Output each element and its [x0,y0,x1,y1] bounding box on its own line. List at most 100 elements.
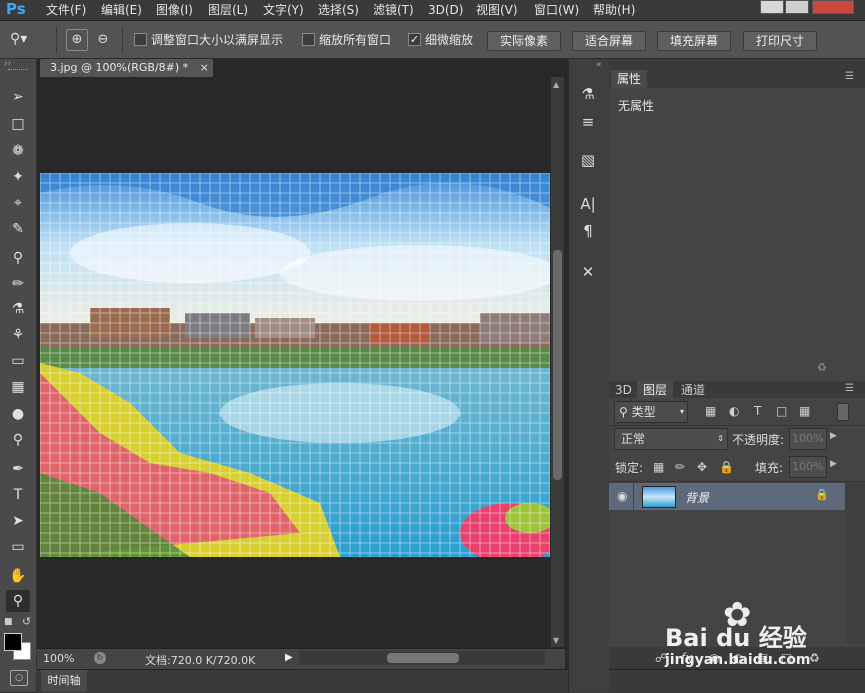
zoom-level[interactable]: 100% [43,652,74,665]
fill-input[interactable]: 100% [789,456,827,478]
clone-stamp-tool-icon[interactable]: ⚗ [6,298,30,320]
menu-filter[interactable]: 滤镜(T) [373,0,414,20]
scroll-down-icon[interactable]: ▼ [553,636,559,645]
crop-tool-icon[interactable]: ⌖ [6,192,30,214]
close-tab-icon[interactable]: × [200,61,209,74]
scroll-up-icon[interactable]: ▲ [553,80,559,89]
grip-icon[interactable] [8,69,28,72]
quick-mask-icon[interactable]: ○ [10,670,28,686]
adjustment-layer-filter-icon[interactable]: ◐ [729,404,739,418]
minimize-icon[interactable] [760,0,784,14]
horizontal-scroll-thumb[interactable] [387,653,459,663]
status-menu-arrow-icon[interactable]: ▶ [285,652,293,663]
fill-screen-button[interactable]: 填充屏幕 [657,31,731,51]
layer-row-background[interactable]: ◉ 背景 🔒 [609,483,845,510]
zoom-all-windows-checkbox[interactable] [302,33,315,46]
status-info-icon[interactable]: ↻ [94,652,106,664]
lock-transparent-pixels-icon[interactable]: ▦ [653,460,664,474]
smart-object-filter-icon[interactable]: ▦ [799,404,810,418]
hand-tool-icon[interactable]: ✋ [6,565,30,587]
layer-filter-dropdown[interactable]: ⚲ 类型 ▾ [614,401,688,423]
lock-all-icon[interactable]: 🔒 [719,460,734,474]
clone-source-panel-icon[interactable]: ▧ [574,148,602,172]
rectangle-tool-icon[interactable]: ▭ [6,536,30,558]
menu-3d[interactable]: 3D(D) [428,0,463,20]
default-colors-icon[interactable]: ■ [4,617,13,627]
dodge-tool-icon[interactable]: ⚲ [6,429,30,451]
history-panel-icon[interactable]: ⚗ [574,82,602,106]
zoom-all-windows-label: 缩放所有窗口 [319,33,392,47]
menu-window[interactable]: 窗口(W) [534,0,579,20]
menu-layer[interactable]: 图层(L) [208,0,248,20]
menu-select[interactable]: 选择(S) [318,0,359,20]
move-tool-icon[interactable]: ➢ [6,86,30,108]
swap-colors-icon[interactable]: ↺ [22,615,31,628]
healing-brush-tool-icon[interactable]: ⚲ [6,247,30,269]
character-panel-icon[interactable]: A| [574,192,602,216]
collapse-icon[interactable]: ›› [4,59,11,69]
tab-3d[interactable]: 3D [609,381,638,399]
scrubby-zoom-checkbox[interactable]: ✓ [408,33,421,46]
menu-file[interactable]: 文件(F) [46,0,86,20]
tab-channels[interactable]: 通道 [675,381,711,399]
lock-position-icon[interactable]: ✥ [697,460,707,474]
pen-tool-icon[interactable]: ✒ [6,458,30,480]
opacity-input[interactable]: 100% [789,428,827,450]
zoom-in-icon[interactable]: ⊕ [66,29,88,51]
gradient-tool-icon[interactable]: ▦ [6,376,30,398]
collapse-panels-icon[interactable]: « [596,60,602,70]
print-size-button[interactable]: 打印尺寸 [743,31,817,51]
filter-toggle-icon[interactable] [837,403,849,421]
menu-type[interactable]: 文字(Y) [263,0,304,20]
zoom-out-icon[interactable]: ⊖ [92,29,114,51]
actual-pixels-button[interactable]: 实际像素 [487,31,561,51]
type-layer-filter-icon[interactable]: T [754,404,761,418]
magic-wand-tool-icon[interactable]: ✦ [6,166,30,188]
foreground-color-swatch[interactable] [4,633,22,651]
divider [609,481,865,482]
eyedropper-tool-icon[interactable]: ✎ [6,218,30,240]
vertical-scroll-thumb[interactable] [553,250,562,480]
opacity-slider-icon[interactable]: ▶ [830,431,837,441]
document-tab[interactable]: 3.jpg @ 100%(RGB/8#) * × [40,59,213,77]
lasso-tool-icon[interactable]: ❁ [6,140,30,162]
history-brush-tool-icon[interactable]: ⚘ [6,324,30,346]
fit-screen-button[interactable]: 适合屏幕 [572,31,646,51]
tab-properties[interactable]: 属性 [611,70,648,88]
brush-tool-icon[interactable]: ✏ [6,273,30,295]
eraser-tool-icon[interactable]: ▭ [6,350,30,372]
tool-presets-panel-icon[interactable]: ✕ [574,260,602,284]
marquee-tool-icon[interactable]: □ [6,113,30,135]
menu-help[interactable]: 帮助(H) [593,0,635,20]
lock-image-pixels-icon[interactable]: ✏ [675,460,685,474]
document-size-info: 文档:720.0 K/720.0K [145,654,256,667]
pixel-layer-filter-icon[interactable]: ▦ [705,404,716,418]
fill-label: 填充: [755,461,784,475]
trash-icon[interactable]: ♻ [817,361,827,374]
zoom-tool-icon[interactable]: ⚲ [6,590,30,612]
close-window-icon[interactable] [812,0,854,14]
panel-menu-icon[interactable]: ☰ [845,71,854,82]
blur-tool-icon[interactable]: ● [6,403,30,425]
zoom-tool-preset-icon[interactable]: ⚲▾ [10,31,38,49]
paragraph-panel-icon[interactable]: ¶ [574,219,602,243]
timeline-tab[interactable]: 时间轴 [41,670,87,692]
layers-panel-menu-icon[interactable]: ☰ [845,383,854,394]
baidu-watermark: ✿ Bai du 经验 jingyan.baidu.com [665,598,865,672]
menu-edit[interactable]: 编辑(E) [101,0,142,20]
layer-name[interactable]: 背景 [685,489,709,506]
fill-slider-icon[interactable]: ▶ [830,459,837,469]
type-tool-icon[interactable]: T [6,484,30,506]
maximize-icon[interactable] [785,0,809,14]
blend-mode-dropdown[interactable]: 正常 ⇕ [614,428,728,450]
visibility-eye-icon[interactable]: ◉ [617,489,627,503]
tab-layers[interactable]: 图层 [637,381,674,399]
resize-window-checkbox[interactable] [134,33,147,46]
menu-view[interactable]: 视图(V) [476,0,518,20]
canvas-image[interactable] [40,173,550,557]
path-selection-tool-icon[interactable]: ➤ [6,510,30,532]
menu-image[interactable]: 图像(I) [156,0,193,20]
shape-layer-filter-icon[interactable]: □ [776,404,787,418]
layer-thumbnail [642,486,676,508]
adjustments-panel-icon[interactable]: ≡ [574,110,602,134]
